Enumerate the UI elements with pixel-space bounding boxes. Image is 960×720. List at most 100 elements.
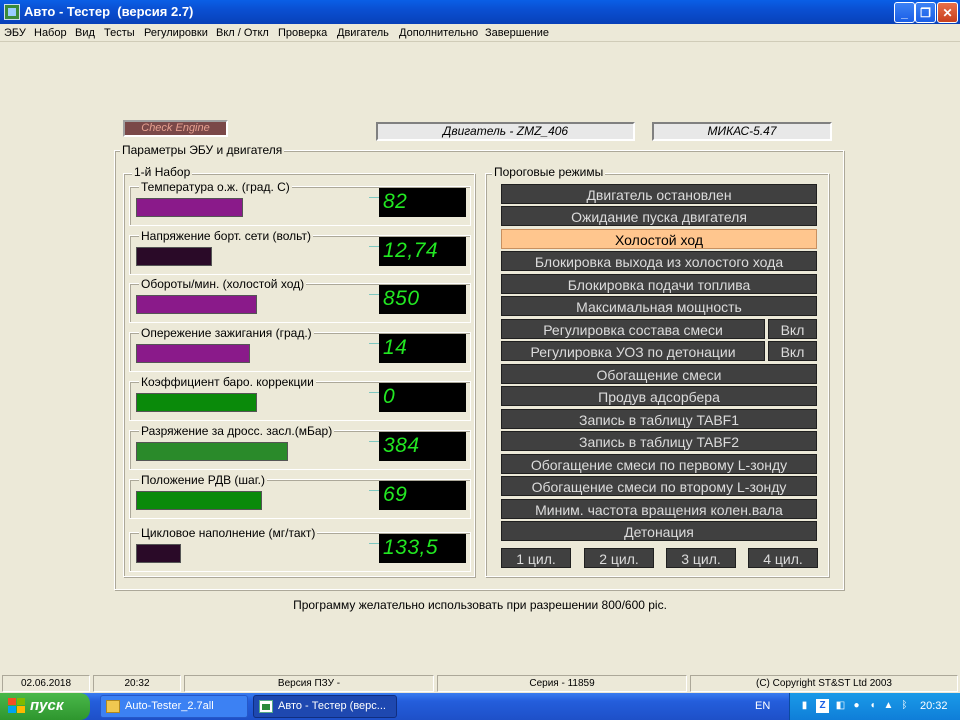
start-label: пуск bbox=[30, 697, 64, 714]
signal-icon[interactable]: ▮ bbox=[798, 699, 811, 713]
menu-exit[interactable]: Завершение bbox=[485, 27, 549, 39]
mixture-control-toggle[interactable]: Вкл bbox=[768, 319, 817, 339]
param-value: 14 bbox=[379, 334, 466, 363]
app-window-icon bbox=[259, 700, 273, 713]
ecu-type-display: МИКАС-5.47 bbox=[652, 122, 832, 141]
app-z-icon[interactable]: Z bbox=[816, 699, 829, 713]
menu-view[interactable]: Вид bbox=[75, 27, 95, 39]
menu-set[interactable]: Набор bbox=[34, 27, 67, 39]
clock[interactable]: 20:32 bbox=[920, 700, 948, 712]
check-engine-indicator: Check Engine bbox=[123, 120, 228, 137]
menu-tests[interactable]: Тесты bbox=[104, 27, 135, 39]
menu-engine[interactable]: Двигатель bbox=[337, 27, 389, 39]
param-bar bbox=[136, 393, 257, 412]
status-serial: Серия - 11859 bbox=[437, 675, 687, 692]
param-iac-position: Положение РДВ (шаг.) 69 bbox=[129, 473, 471, 519]
task-label: Авто - Тестер (верс... bbox=[278, 700, 386, 712]
resolution-note: Программу желательно использовать при ра… bbox=[293, 598, 667, 612]
param-label: Температура о.ж. (град. С) bbox=[139, 180, 292, 194]
param-bar bbox=[136, 247, 212, 266]
mode-idle: Холостой ход bbox=[501, 229, 817, 249]
mode-tabf1-write: Запись в таблицу TABF1 bbox=[501, 409, 817, 429]
menu-check[interactable]: Проверка bbox=[278, 27, 327, 39]
param-ignition-advance: Опережение зажигания (град.) 14 bbox=[129, 326, 471, 372]
mode-fuel-cutoff: Блокировка подачи топлива bbox=[501, 274, 817, 294]
menu-bar: ЭБУ Набор Вид Тесты Регулировки Вкл / От… bbox=[0, 24, 960, 42]
mode-enrich-lambda1: Обогащение смеси по первому L-зонду bbox=[501, 454, 817, 474]
mode-enrichment: Обогащение смеси bbox=[501, 364, 817, 384]
cylinder-2-indicator: 2 цил. bbox=[584, 548, 654, 568]
status-time: 20:32 bbox=[93, 675, 181, 692]
knock-timing-toggle[interactable]: Вкл bbox=[768, 341, 817, 361]
mode-engine-stopped: Двигатель остановлен bbox=[501, 184, 817, 204]
param-value: 82 bbox=[379, 188, 466, 217]
param-tick-line bbox=[369, 392, 379, 393]
param-label: Положение РДВ (шаг.) bbox=[139, 473, 267, 487]
param-label: Цикловое наполнение (мг/такт) bbox=[139, 526, 318, 540]
taskbar-item-autotester[interactable]: Авто - Тестер (верс... bbox=[253, 695, 397, 718]
status-date: 02.06.2018 bbox=[2, 675, 90, 692]
maximize-button[interactable]: ❐ bbox=[915, 2, 936, 23]
mode-waiting-start: Ожидание пуска двигателя bbox=[501, 206, 817, 226]
bluetooth-icon[interactable]: ᛒ bbox=[898, 699, 911, 713]
status-bar: 02.06.2018 20:32 Версия ПЗУ - Серия - 11… bbox=[0, 673, 960, 693]
param-value: 12,74 bbox=[379, 237, 466, 266]
taskbar: пуск Auto-Tester_2.7all Авто - Тестер (в… bbox=[0, 693, 960, 720]
param-manifold-vacuum: Разряжение за дросс. засл.(мБар) 384 bbox=[129, 424, 471, 470]
mode-enrich-lambda2: Обогащение смеси по второму L-зонду bbox=[501, 476, 817, 496]
antivirus-icon[interactable]: ● bbox=[850, 699, 863, 713]
param-tick-line bbox=[369, 246, 379, 247]
param-tick-line bbox=[369, 294, 379, 295]
title-bar[interactable]: Авто - Тестер (версия 2.7) _ ❐ ✕ bbox=[0, 0, 960, 24]
menu-ecu[interactable]: ЭБУ bbox=[4, 27, 26, 39]
param-value: 133,5 bbox=[379, 534, 466, 563]
mode-knock: Детонация bbox=[501, 521, 817, 541]
param-voltage: Напряжение борт. сети (вольт) 12,74 bbox=[129, 229, 471, 275]
status-rom-version: Версия ПЗУ - bbox=[184, 675, 434, 692]
param-bar bbox=[136, 295, 257, 314]
param-bar-track bbox=[136, 544, 373, 566]
close-icon: ✕ bbox=[942, 5, 953, 20]
param-value: 69 bbox=[379, 481, 466, 510]
close-button[interactable]: ✕ bbox=[937, 2, 958, 23]
modes-group-title: Пороговые режимы bbox=[492, 165, 606, 179]
mode-mixture-control: Регулировка состава смеси bbox=[501, 319, 765, 339]
param-bar-track bbox=[136, 247, 373, 269]
param-bar bbox=[136, 491, 262, 510]
param-bar-track bbox=[136, 491, 373, 513]
param-label: Коэффициент баро. коррекции bbox=[139, 375, 316, 389]
set-group-title: 1-й Набор bbox=[132, 165, 193, 179]
start-button[interactable]: пуск bbox=[0, 693, 90, 720]
sound-icon[interactable]: ◖ bbox=[866, 699, 879, 713]
menu-adjustments[interactable]: Регулировки bbox=[144, 27, 208, 39]
system-tray: ▮ Z ◧ ● ◖ ▲ ᛒ 20:32 bbox=[789, 693, 960, 720]
language-indicator[interactable]: EN bbox=[755, 700, 770, 712]
param-bar bbox=[136, 544, 181, 563]
minimize-button[interactable]: _ bbox=[894, 2, 915, 23]
minimize-icon: _ bbox=[901, 5, 908, 20]
network-icon[interactable]: ◧ bbox=[834, 699, 847, 713]
app-icon bbox=[4, 4, 20, 20]
param-bar-track bbox=[136, 295, 373, 317]
param-bar-track bbox=[136, 344, 373, 366]
param-rpm: Обороты/мин. (холостой ход) 850 bbox=[129, 277, 471, 323]
taskbar-item-folder[interactable]: Auto-Tester_2.7all bbox=[100, 695, 248, 718]
task-label: Auto-Tester_2.7all bbox=[125, 700, 214, 712]
mode-min-crank-speed: Миним. частота вращения колен.вала bbox=[501, 499, 817, 519]
param-value: 850 bbox=[379, 285, 466, 314]
param-value: 0 bbox=[379, 383, 466, 412]
param-bar bbox=[136, 198, 243, 217]
param-value: 384 bbox=[379, 432, 466, 461]
maximize-icon: ❐ bbox=[920, 5, 931, 20]
param-bar-track bbox=[136, 393, 373, 415]
menu-on-off[interactable]: Вкл / Откл bbox=[216, 27, 269, 39]
status-copyright: (C) Copyright ST&ST Ltd 2003 bbox=[690, 675, 958, 692]
mode-canister-purge: Продув адсорбера bbox=[501, 386, 817, 406]
mode-idle-exit-block: Блокировка выхода из холостого хода bbox=[501, 251, 817, 271]
warning-icon[interactable]: ▲ bbox=[882, 699, 895, 713]
param-bar-track bbox=[136, 442, 373, 464]
param-label: Опережение зажигания (град.) bbox=[139, 326, 314, 340]
menu-additional[interactable]: Дополнительно bbox=[399, 27, 478, 39]
folder-icon bbox=[106, 700, 120, 713]
param-tick-line bbox=[369, 343, 379, 344]
